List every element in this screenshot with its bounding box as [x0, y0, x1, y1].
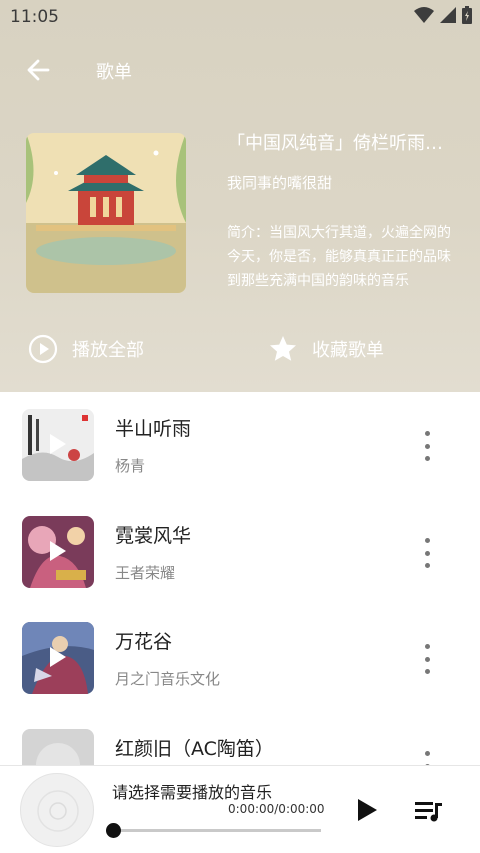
- song-list-item[interactable]: 万花谷 月之门音乐文化: [0, 622, 480, 728]
- disc-icon[interactable]: [20, 773, 94, 847]
- song-list-item[interactable]: 半山听雨 杨青: [0, 409, 480, 515]
- status-icons: [414, 6, 472, 24]
- playlist-header: 11:05 歌单 「中国风纯音」倚栏听雨， 我同事的嘴很甜 简介：当国风大行其道…: [0, 0, 480, 392]
- song-title: 半山听雨: [115, 418, 192, 440]
- collect-playlist-button[interactable]: 收藏歌单: [268, 333, 384, 365]
- star-icon: [270, 336, 296, 361]
- song-artist: 杨青: [115, 457, 146, 475]
- play-icon: [50, 434, 66, 454]
- collect-label: 收藏歌单: [312, 340, 384, 361]
- signal-icon: [440, 7, 456, 23]
- top-app-bar: 歌单: [0, 48, 480, 92]
- page-title: 歌单: [96, 62, 132, 83]
- progress-slider[interactable]: [106, 823, 321, 838]
- more-options-button[interactable]: [416, 538, 438, 568]
- song-artist: 月之门音乐文化: [115, 670, 221, 688]
- song-title: 万花谷: [115, 631, 173, 653]
- song-cover-image: [22, 516, 94, 588]
- status-time: 11:05: [10, 7, 59, 27]
- now-playing-text: 请选择需要播放的音乐: [112, 783, 273, 802]
- playlist-description[interactable]: 简介：当国风大行其道，火遍全网的今天，你是否，能够真真正正的品味到那些充满中国的…: [227, 221, 453, 293]
- back-button[interactable]: [22, 54, 54, 86]
- play-icon: [50, 647, 66, 667]
- playlist-queue-icon[interactable]: [415, 800, 443, 822]
- play-all-button[interactable]: 播放全部: [28, 333, 144, 365]
- mini-player: 请选择需要播放的音乐 0:00:00/0:00:00: [0, 765, 480, 853]
- play-all-label: 播放全部: [72, 340, 144, 361]
- song-artist: 王者荣耀: [115, 564, 176, 582]
- playback-time: 0:00:00/0:00:00: [228, 802, 325, 816]
- play-icon: [50, 541, 66, 561]
- more-options-button[interactable]: [416, 431, 438, 461]
- play-button[interactable]: [356, 798, 378, 822]
- song-cover-image: [22, 622, 94, 694]
- playlist-author[interactable]: 我同事的嘴很甜: [227, 172, 332, 193]
- arrow-left-icon: [27, 59, 50, 81]
- song-title: 霓裳风华: [115, 525, 192, 547]
- play-circle-icon: [28, 334, 58, 364]
- song-title: 红颜旧（AC陶笛）: [115, 738, 274, 760]
- song-cover-image: [22, 409, 94, 481]
- playlist-cover-image: [26, 133, 186, 293]
- wifi-icon: [414, 7, 434, 23]
- progress-knob[interactable]: [106, 823, 121, 838]
- battery-icon: [462, 6, 472, 24]
- status-bar: 11:05: [0, 0, 480, 34]
- playlist-title: 「中国风纯音」倚栏听雨，素琴清音: [227, 133, 455, 154]
- more-options-button[interactable]: [416, 644, 438, 674]
- song-list-item[interactable]: 霓裳风华 王者荣耀: [0, 516, 480, 622]
